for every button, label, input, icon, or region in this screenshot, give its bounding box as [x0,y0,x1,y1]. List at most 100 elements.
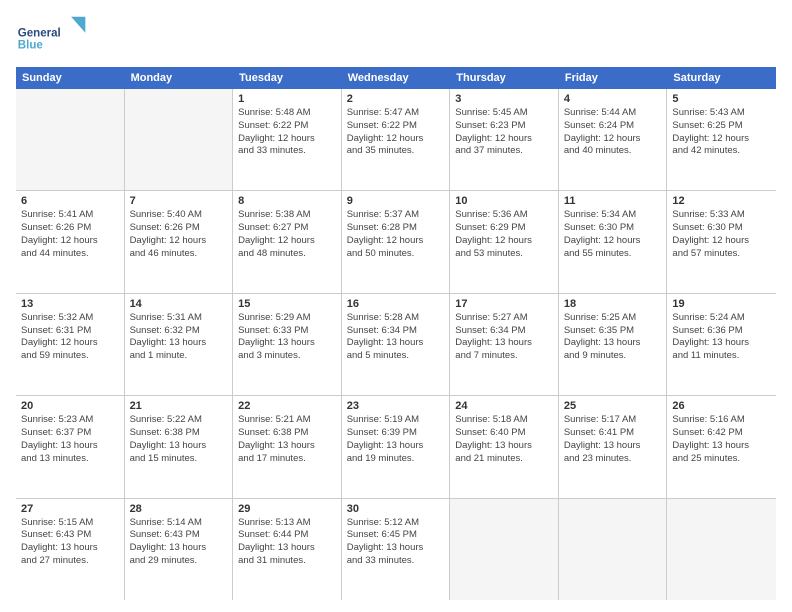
cal-cell [450,499,559,600]
cal-cell: 30 Sunrise: 5:12 AMSunset: 6:45 PMDayligh… [342,499,451,600]
day-number: 10 [455,195,553,207]
day-number: 11 [564,195,662,207]
day-number: 27 [21,503,119,515]
day-info: Sunrise: 5:18 AMSunset: 6:40 PMDaylight:… [455,414,553,465]
cal-cell: 20 Sunrise: 5:23 AMSunset: 6:37 PMDayligh… [16,396,125,497]
cal-cell: 2 Sunrise: 5:47 AMSunset: 6:22 PMDaylight… [342,89,451,190]
day-info: Sunrise: 5:41 AMSunset: 6:26 PMDaylight:… [21,209,119,260]
day-number: 6 [21,195,119,207]
cal-cell: 8 Sunrise: 5:38 AMSunset: 6:27 PMDaylight… [233,191,342,292]
cal-cell: 10 Sunrise: 5:36 AMSunset: 6:29 PMDayligh… [450,191,559,292]
day-info: Sunrise: 5:12 AMSunset: 6:45 PMDaylight:… [347,517,445,568]
day-info: Sunrise: 5:16 AMSunset: 6:42 PMDaylight:… [672,414,771,465]
day-info: Sunrise: 5:47 AMSunset: 6:22 PMDaylight:… [347,107,445,158]
day-number: 25 [564,400,662,412]
week-row-2: 6 Sunrise: 5:41 AMSunset: 6:26 PMDaylight… [16,191,776,293]
header-cell-saturday: Saturday [667,67,776,89]
day-number: 16 [347,298,445,310]
day-number: 3 [455,93,553,105]
calendar-body: 1 Sunrise: 5:48 AMSunset: 6:22 PMDaylight… [16,89,776,600]
week-row-1: 1 Sunrise: 5:48 AMSunset: 6:22 PMDaylight… [16,89,776,191]
calendar-header: SundayMondayTuesdayWednesdayThursdayFrid… [16,67,776,89]
day-info: Sunrise: 5:19 AMSunset: 6:39 PMDaylight:… [347,414,445,465]
cal-cell [667,499,776,600]
day-info: Sunrise: 5:13 AMSunset: 6:44 PMDaylight:… [238,517,336,568]
day-info: Sunrise: 5:40 AMSunset: 6:26 PMDaylight:… [130,209,228,260]
cal-cell: 23Sunrise: 5:19 AMSunset: 6:39 PMDayligh… [342,396,451,497]
day-info: Sunrise: 5:29 AMSunset: 6:33 PMDaylight:… [238,312,336,363]
day-info: Sunrise: 5:23 AMSunset: 6:37 PMDaylight:… [21,414,119,465]
cal-cell: 28 Sunrise: 5:14 AMSunset: 6:43 PMDayligh… [125,499,234,600]
svg-text:General: General [18,27,61,39]
cal-cell: 15 Sunrise: 5:29 AMSunset: 6:33 PMDayligh… [233,294,342,395]
cal-cell [559,499,668,600]
cal-cell: 27 Sunrise: 5:15 AMSunset: 6:43 PMDayligh… [16,499,125,600]
calendar: SundayMondayTuesdayWednesdayThursdayFrid… [16,67,776,600]
cal-cell: 6 Sunrise: 5:41 AMSunset: 6:26 PMDaylight… [16,191,125,292]
day-number: 12 [672,195,771,207]
cal-cell: 4 Sunrise: 5:44 AMSunset: 6:24 PMDaylight… [559,89,668,190]
logo-svg: General Blue [16,12,96,57]
cal-cell: 18 Sunrise: 5:25 AMSunset: 6:35 PMDayligh… [559,294,668,395]
day-info: Sunrise: 5:17 AMSunset: 6:41 PMDaylight:… [564,414,662,465]
day-info: Sunrise: 5:31 AMSunset: 6:32 PMDaylight:… [130,312,228,363]
cal-cell: 25 Sunrise: 5:17 AMSunset: 6:41 PMDayligh… [559,396,668,497]
day-number: 2 [347,93,445,105]
day-info: Sunrise: 5:44 AMSunset: 6:24 PMDaylight:… [564,107,662,158]
cal-cell: 29Sunrise: 5:13 AMSunset: 6:44 PMDayligh… [233,499,342,600]
day-info: Sunrise: 5:22 AMSunset: 6:38 PMDaylight:… [130,414,228,465]
cal-cell [16,89,125,190]
day-number: 22 [238,400,336,412]
day-number: 30 [347,503,445,515]
header: General Blue [16,12,776,57]
day-number: 18 [564,298,662,310]
cal-cell: 9 Sunrise: 5:37 AMSunset: 6:28 PMDaylight… [342,191,451,292]
week-row-4: 20 Sunrise: 5:23 AMSunset: 6:37 PMDayligh… [16,396,776,498]
cal-cell [125,89,234,190]
day-number: 4 [564,93,662,105]
day-info: Sunrise: 5:38 AMSunset: 6:27 PMDaylight:… [238,209,336,260]
day-info: Sunrise: 5:48 AMSunset: 6:22 PMDaylight:… [238,107,336,158]
header-cell-thursday: Thursday [450,67,559,89]
day-info: Sunrise: 5:37 AMSunset: 6:28 PMDaylight:… [347,209,445,260]
day-info: Sunrise: 5:43 AMSunset: 6:25 PMDaylight:… [672,107,771,158]
cal-cell: 22Sunrise: 5:21 AMSunset: 6:38 PMDayligh… [233,396,342,497]
day-number: 21 [130,400,228,412]
day-info: Sunrise: 5:14 AMSunset: 6:43 PMDaylight:… [130,517,228,568]
day-info: Sunrise: 5:25 AMSunset: 6:35 PMDaylight:… [564,312,662,363]
cal-cell: 14 Sunrise: 5:31 AMSunset: 6:32 PMDayligh… [125,294,234,395]
day-info: Sunrise: 5:24 AMSunset: 6:36 PMDaylight:… [672,312,771,363]
day-number: 20 [21,400,119,412]
cal-cell: 7 Sunrise: 5:40 AMSunset: 6:26 PMDaylight… [125,191,234,292]
cal-cell: 11Sunrise: 5:34 AMSunset: 6:30 PMDayligh… [559,191,668,292]
day-number: 8 [238,195,336,207]
day-info: Sunrise: 5:33 AMSunset: 6:30 PMDaylight:… [672,209,771,260]
header-cell-friday: Friday [559,67,668,89]
day-number: 9 [347,195,445,207]
cal-cell: 16Sunrise: 5:28 AMSunset: 6:34 PMDayligh… [342,294,451,395]
day-number: 19 [672,298,771,310]
cal-cell: 21 Sunrise: 5:22 AMSunset: 6:38 PMDayligh… [125,396,234,497]
cal-cell: 13Sunrise: 5:32 AMSunset: 6:31 PMDayligh… [16,294,125,395]
day-number: 14 [130,298,228,310]
week-row-5: 27 Sunrise: 5:15 AMSunset: 6:43 PMDayligh… [16,499,776,600]
day-info: Sunrise: 5:15 AMSunset: 6:43 PMDaylight:… [21,517,119,568]
cal-cell: 3 Sunrise: 5:45 AMSunset: 6:23 PMDaylight… [450,89,559,190]
svg-text:Blue: Blue [18,40,44,52]
logo: General Blue [16,12,96,57]
day-number: 28 [130,503,228,515]
cal-cell: 17Sunrise: 5:27 AMSunset: 6:34 PMDayligh… [450,294,559,395]
day-number: 13 [21,298,119,310]
cal-cell: 24Sunrise: 5:18 AMSunset: 6:40 PMDayligh… [450,396,559,497]
day-info: Sunrise: 5:45 AMSunset: 6:23 PMDaylight:… [455,107,553,158]
day-number: 7 [130,195,228,207]
day-info: Sunrise: 5:36 AMSunset: 6:29 PMDaylight:… [455,209,553,260]
cal-cell: 5 Sunrise: 5:43 AMSunset: 6:25 PMDaylight… [667,89,776,190]
header-cell-tuesday: Tuesday [233,67,342,89]
day-number: 1 [238,93,336,105]
cal-cell: 12 Sunrise: 5:33 AMSunset: 6:30 PMDayligh… [667,191,776,292]
week-row-3: 13Sunrise: 5:32 AMSunset: 6:31 PMDayligh… [16,294,776,396]
cal-cell: 1 Sunrise: 5:48 AMSunset: 6:22 PMDaylight… [233,89,342,190]
day-number: 15 [238,298,336,310]
day-number: 5 [672,93,771,105]
